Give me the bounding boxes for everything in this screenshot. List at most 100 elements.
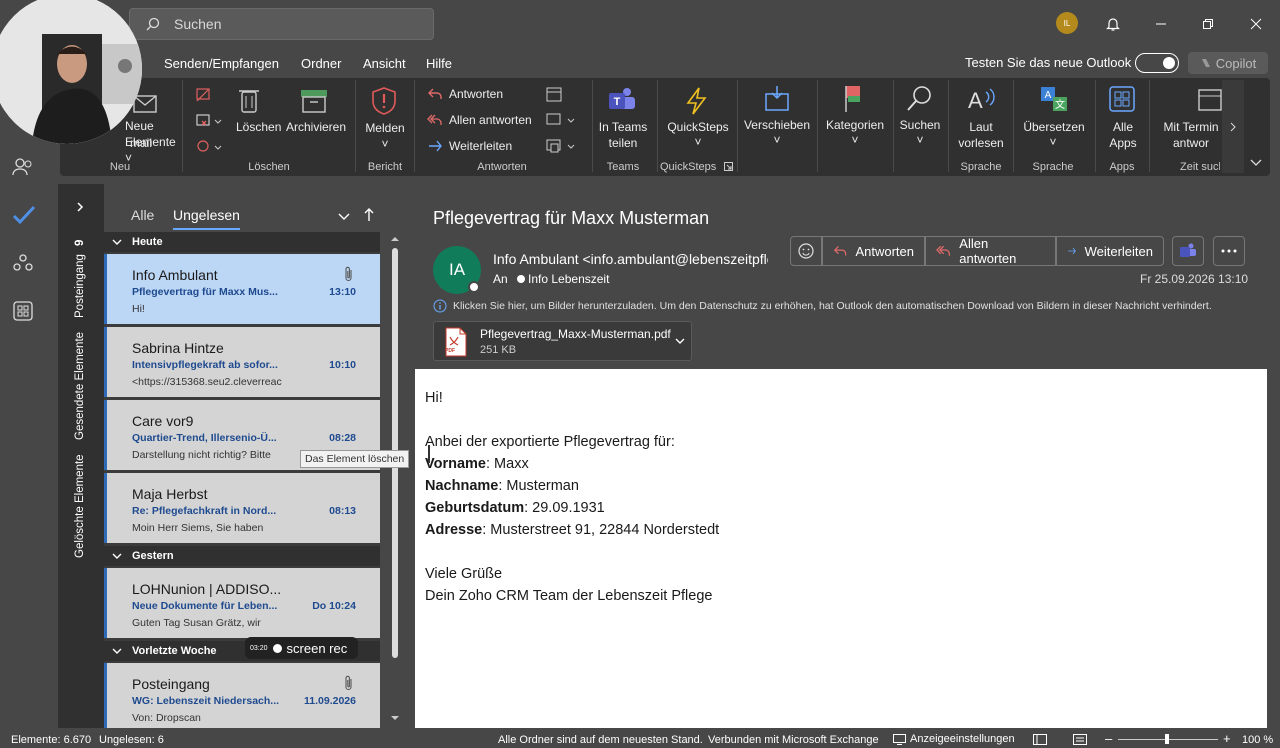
status-bar: Elemente: 6.670 Ungelesen: 6 Alle Ordner…: [0, 730, 1280, 748]
list-item[interactable]: Posteingang WG: Lebenszeit Niedersach...…: [104, 663, 380, 728]
mail-preview: Moin Herr Siems, Sie haben: [132, 522, 264, 534]
groups-icon[interactable]: [12, 252, 34, 274]
field-label: Adresse: [425, 522, 483, 538]
reading-view-icon[interactable]: [1073, 734, 1087, 745]
translate-button[interactable]: Übersetzen: [1020, 119, 1088, 135]
im-reply-icon[interactable]: [545, 111, 579, 129]
schedule-reply-button[interactable]: Mit Termin antwor: [1160, 119, 1222, 151]
group-sprache-2: Sprache: [1032, 161, 1074, 173]
user-avatar[interactable]: IL: [1056, 12, 1078, 34]
attachment-size: 251 KB: [480, 344, 517, 356]
sort-arrow-icon[interactable]: [362, 207, 376, 223]
email-partial: mail: [130, 136, 153, 150]
field-label: Vorname: [425, 456, 486, 472]
categories-button[interactable]: Kategorien: [822, 117, 888, 133]
bell-icon[interactable]: [1099, 10, 1127, 38]
normal-view-icon[interactable]: [1033, 734, 1047, 745]
cleanup-icon[interactable]: [194, 112, 222, 130]
group-label: Heute: [132, 236, 163, 248]
ribbon-forward-button[interactable]: Weiterleiten: [427, 139, 512, 153]
group-zeit: Zeit such: [1180, 161, 1220, 173]
zoom-level: 100 %: [1242, 734, 1274, 746]
expand-folders-icon[interactable]: [76, 200, 86, 214]
monitor-icon: [893, 733, 906, 745]
restore-button[interactable]: [1194, 10, 1222, 38]
delete-button[interactable]: Löschen: [236, 119, 281, 135]
ribbon-expand-icon[interactable]: [1248, 154, 1264, 170]
zoom-out-button[interactable]: –: [1105, 731, 1112, 746]
menu-ordner[interactable]: Ordner: [301, 56, 341, 71]
reply-all-icon: [427, 114, 442, 125]
emoji-react-button[interactable]: [790, 236, 822, 266]
filter-all[interactable]: Alle: [131, 207, 154, 223]
contacts-icon[interactable]: [12, 156, 34, 178]
find-button[interactable]: Suchen: [898, 117, 942, 133]
move-button[interactable]: Verschieben: [742, 117, 812, 133]
ribbon-reply-button[interactable]: Antworten: [427, 87, 503, 101]
folder-geloescht[interactable]: Gelöschte Elemente: [74, 454, 86, 558]
forward-button[interactable]: Weiterleiten: [1056, 236, 1164, 266]
new-outlook-toggle[interactable]: [1135, 53, 1179, 73]
zoom-in-button[interactable]: +: [1223, 731, 1231, 746]
copilot-button[interactable]: Copilot: [1188, 52, 1268, 74]
teams-share-button[interactable]: In Teams teilen: [597, 119, 649, 151]
group-loeschen: Löschen: [248, 161, 290, 173]
attachment-card[interactable]: PDF Pflegevertrag_Maxx-Musterman.pdf 251…: [433, 321, 692, 361]
display-settings-button[interactable]: Anzeigeeinstellungen: [893, 733, 1015, 745]
folder-gesendet[interactable]: Gesendete Elemente: [74, 332, 86, 440]
all-apps-button[interactable]: Alle Apps: [1104, 119, 1142, 151]
close-button[interactable]: [1242, 10, 1270, 38]
list-scrollbar[interactable]: [388, 232, 402, 728]
ignore-icon[interactable]: [194, 86, 212, 104]
mail-preview: <https://315368.seu2.cleverreac: [132, 376, 282, 388]
filter-unread[interactable]: Ungelesen: [173, 207, 240, 230]
archive-button[interactable]: Archivieren: [286, 119, 346, 135]
ribbon-reply-all-button[interactable]: Allen antworten: [427, 113, 532, 127]
menu-ansicht[interactable]: Ansicht: [363, 56, 406, 71]
menu-senden-empfangen[interactable]: Senden/Empfangen: [164, 56, 279, 71]
sender-address[interactable]: Info Ambulant <info.ambulant@lebenszeitp…: [493, 251, 768, 267]
menu-hilfe[interactable]: Hilfe: [426, 56, 452, 71]
list-item[interactable]: Maja Herbst Re: Pflegefachkraft in Nord.…: [104, 473, 380, 543]
minimize-button[interactable]: [1147, 10, 1175, 38]
mail-from: Posteingang: [132, 676, 210, 692]
list-item[interactable]: LOHNunion | ADDISO... Neue Dokumente für…: [104, 568, 380, 638]
more-reply-icon[interactable]: [545, 137, 579, 155]
group-header-gestern[interactable]: Gestern: [104, 546, 380, 566]
ribbon-scroll-right[interactable]: [1222, 80, 1244, 173]
archive-icon: [299, 88, 331, 114]
mail-from: Sabrina Hintze: [132, 340, 224, 356]
chevron-down-icon[interactable]: [674, 336, 686, 346]
junk-icon[interactable]: [194, 138, 222, 156]
quicksteps-dialog-icon[interactable]: [724, 162, 733, 171]
recipient-name[interactable]: Info Lebenszeit: [528, 272, 609, 286]
read-aloud-button[interactable]: Laut vorlesen: [952, 119, 1010, 151]
group-header-heute[interactable]: Heute: [104, 232, 380, 252]
meeting-reply-icon[interactable]: [545, 86, 563, 104]
tasks-icon[interactable]: [12, 204, 36, 226]
filter-dropdown-icon[interactable]: [337, 209, 351, 223]
reply-button[interactable]: Antworten: [822, 236, 925, 266]
folder-posteingang-count: 9: [74, 239, 86, 247]
recipient-presence: [517, 275, 526, 283]
field-value: Musterman: [506, 478, 579, 494]
group-bericht: Bericht: [367, 161, 403, 173]
search-input[interactable]: Suchen: [129, 8, 434, 40]
zoom-slider-thumb[interactable]: [1165, 734, 1169, 744]
copilot-icon: [1201, 59, 1210, 67]
quicksteps-button[interactable]: QuickSteps: [665, 119, 731, 135]
teams-button[interactable]: [1172, 236, 1204, 266]
mail-preview: Hi!: [132, 303, 145, 315]
list-item[interactable]: Sabrina Hintze Intensivpflegekraft ab so…: [104, 327, 380, 397]
list-item[interactable]: Info Ambulant Pflegevertrag für Maxx Mus…: [104, 254, 380, 324]
reply-all-button[interactable]: Allen antworten: [925, 236, 1056, 266]
mail-from: Info Ambulant: [132, 267, 218, 283]
more-actions-button[interactable]: [1213, 236, 1245, 266]
status-elements: Elemente: 6.670: [11, 734, 92, 746]
received-date: Fr 25.09.2026 13:10: [1140, 272, 1249, 286]
apps-icon[interactable]: [12, 300, 34, 322]
download-images-bar[interactable]: Klicken Sie hier, um Bilder herunterzula…: [433, 299, 1212, 313]
folder-posteingang[interactable]: Posteingang 9: [74, 240, 86, 318]
report-button[interactable]: Melden: [362, 120, 408, 136]
mail-time: 10:10: [329, 359, 356, 371]
